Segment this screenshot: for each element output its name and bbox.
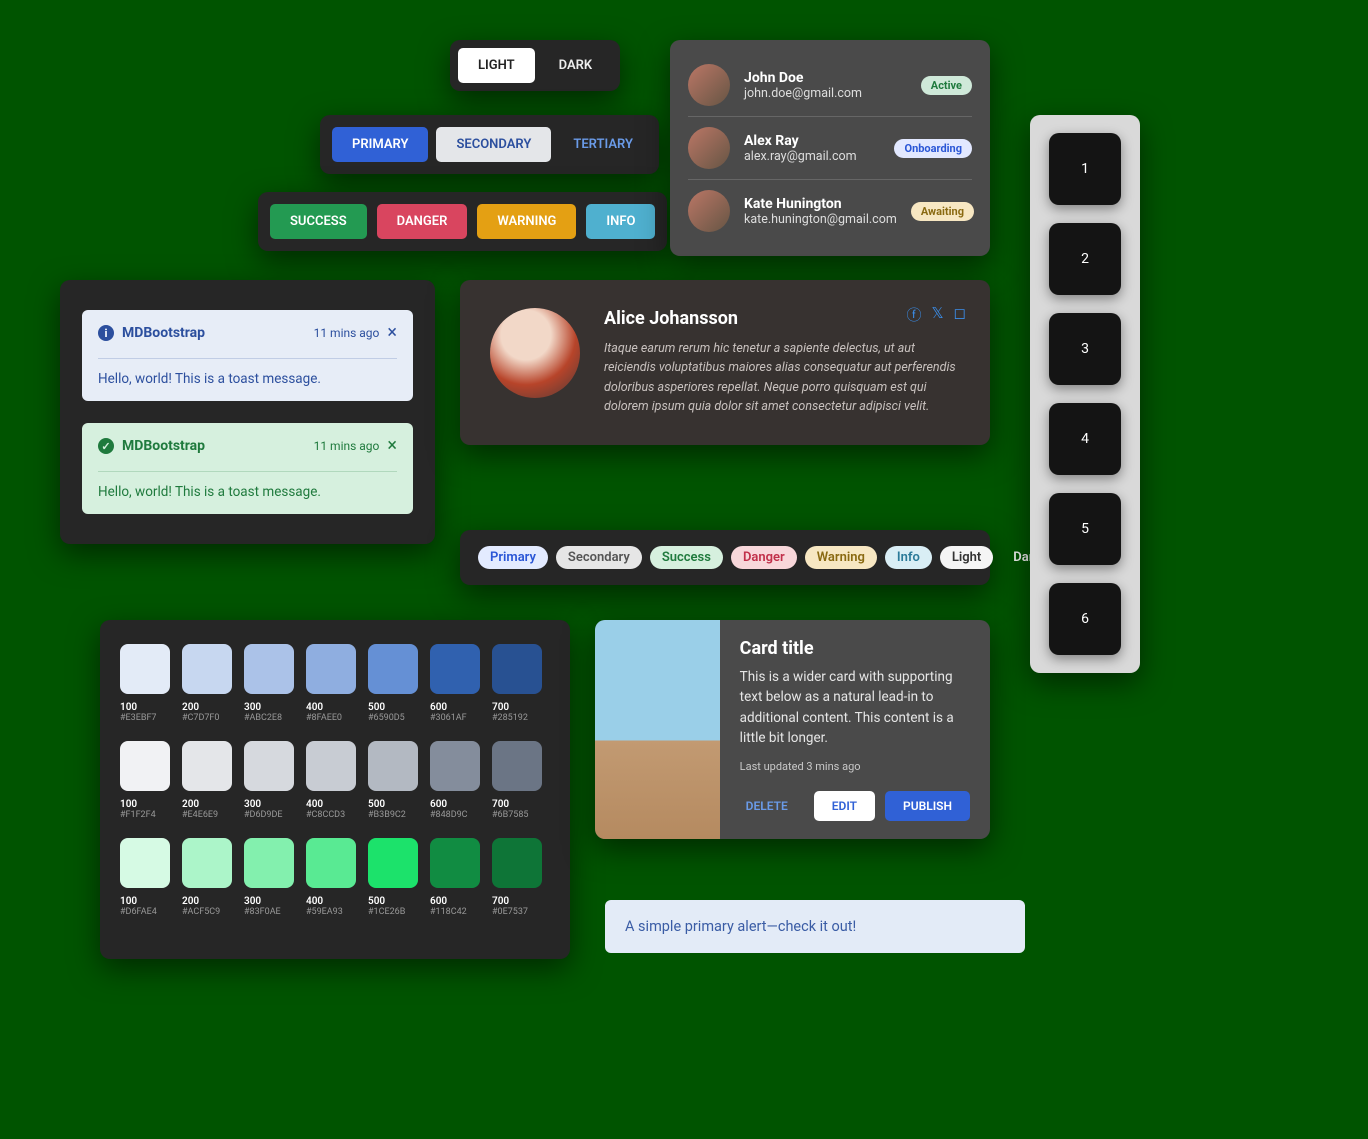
profile-card: Alice Johansson Itaque earum rerum hic t… [460,280,990,445]
info-button[interactable]: INFO [586,204,655,239]
color-swatch[interactable]: 600#848D9C [430,741,480,820]
toast-body: Hello, world! This is a toast message. [98,471,397,500]
publish-button[interactable]: PUBLISH [885,791,970,821]
user-name: Kate Hunington [744,196,897,212]
color-swatch[interactable]: 300#D6D9DE [244,741,294,820]
twitter-icon[interactable]: 𝕏 [931,304,943,325]
user-row: John Doe john.doe@gmail.com Active [688,54,972,117]
facebook-icon[interactable]: ⓕ [906,304,921,325]
color-swatch[interactable]: 300#83F0AE [244,838,294,917]
pill-row: Primary Secondary Success Danger Warning Info… [460,530,990,585]
number-tile-6[interactable]: 6 [1049,583,1121,655]
pill-warning[interactable]: Warning [805,546,877,569]
user-row: Kate Hunington kate.hunington@gmail.com … [688,180,972,242]
number-tile-2[interactable]: 2 [1049,223,1121,295]
profile-bio: Itaque earum rerum hic tenetur a sapient… [604,339,960,417]
instagram-icon[interactable]: ◻ [954,304,966,325]
color-swatch[interactable]: 500#6590D5 [368,644,418,723]
media-card: Card title This is a wider card with sup… [595,620,990,839]
color-swatch[interactable]: 100#F1F2F4 [120,741,170,820]
info-icon: i [98,325,114,341]
color-swatch[interactable]: 600#118C42 [430,838,480,917]
check-icon: ✓ [98,438,114,454]
color-swatch[interactable]: 400#C8CCD3 [306,741,356,820]
pill-light[interactable]: Light [940,546,993,569]
avatar [688,127,730,169]
light-theme-button[interactable]: LIGHT [458,48,535,83]
tertiary-button[interactable]: TERTIARY [559,127,647,162]
status-badge: Active [921,76,972,95]
dark-theme-button[interactable]: DARK [539,48,613,83]
color-swatch[interactable]: 700#0E7537 [492,838,542,917]
warning-button[interactable]: WARNING [477,204,576,239]
user-row: Alex Ray alex.ray@gmail.com Onboarding [688,117,972,180]
toast-title: MDBootstrap [122,438,205,454]
user-list: John Doe john.doe@gmail.com Active Alex … [670,40,990,256]
card-image [595,620,720,839]
color-swatch[interactable]: 500#1CE26B [368,838,418,917]
number-tile-5[interactable]: 5 [1049,493,1121,565]
close-icon[interactable]: × [387,437,397,455]
color-swatch[interactable]: 500#B3B9C2 [368,741,418,820]
color-swatch[interactable]: 700#6B7585 [492,741,542,820]
color-palette: 100#E3EBF7 200#C7D7F0 300#ABC2E8 400#8FA… [100,620,570,959]
card-body: This is a wider card with supporting tex… [740,667,970,748]
status-badge: Awaiting [911,202,974,221]
color-swatch[interactable]: 600#3061AF [430,644,480,723]
pill-danger[interactable]: Danger [731,546,797,569]
number-tile-3[interactable]: 3 [1049,313,1121,385]
primary-alert: A simple primary alert—check it out! [605,900,1025,953]
delete-button[interactable]: DELETE [740,798,794,814]
edit-button[interactable]: EDIT [814,791,875,821]
avatar [688,64,730,106]
user-email: kate.hunington@gmail.com [744,212,897,227]
danger-button[interactable]: DANGER [377,204,468,239]
user-email: alex.ray@gmail.com [744,149,880,164]
pill-primary[interactable]: Primary [478,546,548,569]
color-swatch[interactable]: 300#ABC2E8 [244,644,294,723]
number-sidebar: 1 2 3 4 5 6 [1030,115,1140,673]
user-name: Alex Ray [744,133,880,149]
number-tile-1[interactable]: 1 [1049,133,1121,205]
status-badge: Onboarding [894,139,972,158]
toast-time: 11 mins ago [314,326,380,340]
card-title: Card title [740,638,970,659]
color-swatch[interactable]: 700#285192 [492,644,542,723]
close-icon[interactable]: × [387,324,397,342]
toast: i MDBootstrap 11 mins ago × Hello, world… [82,310,413,401]
pill-info[interactable]: Info [885,546,932,569]
color-swatch[interactable]: 100#E3EBF7 [120,644,170,723]
secondary-button[interactable]: SECONDARY [436,127,551,162]
color-swatch[interactable]: 200#C7D7F0 [182,644,232,723]
toast-title: MDBootstrap [122,325,205,341]
avatar [490,308,580,398]
pill-success[interactable]: Success [650,546,723,569]
primary-button[interactable]: PRIMARY [332,127,428,162]
toast-body: Hello, world! This is a toast message. [98,358,397,387]
toast-time: 11 mins ago [314,439,380,453]
color-swatch[interactable]: 400#59EA93 [306,838,356,917]
user-email: john.doe@gmail.com [744,86,907,101]
color-swatch[interactable]: 200#ACF5C9 [182,838,232,917]
color-swatch[interactable]: 400#8FAEE0 [306,644,356,723]
success-button[interactable]: SUCCESS [270,204,367,239]
avatar [688,190,730,232]
pill-secondary[interactable]: Secondary [556,546,642,569]
toast-panel: i MDBootstrap 11 mins ago × Hello, world… [60,280,435,544]
color-swatch[interactable]: 200#E4E6E9 [182,741,232,820]
user-name: John Doe [744,70,907,86]
card-updated: Last updated 3 mins ago [740,760,970,773]
toast: ✓ MDBootstrap 11 mins ago × Hello, world… [82,423,413,514]
number-tile-4[interactable]: 4 [1049,403,1121,475]
color-swatch[interactable]: 100#D6FAE4 [120,838,170,917]
